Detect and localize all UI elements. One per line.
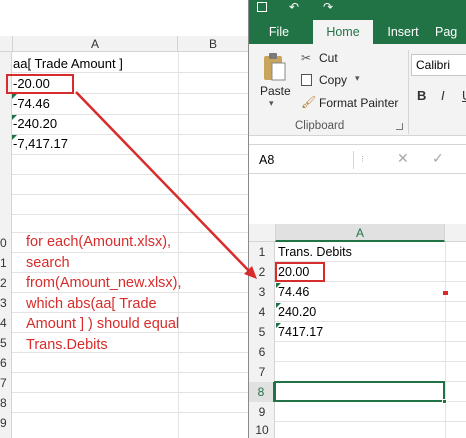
connector-arrow [75,91,257,279]
